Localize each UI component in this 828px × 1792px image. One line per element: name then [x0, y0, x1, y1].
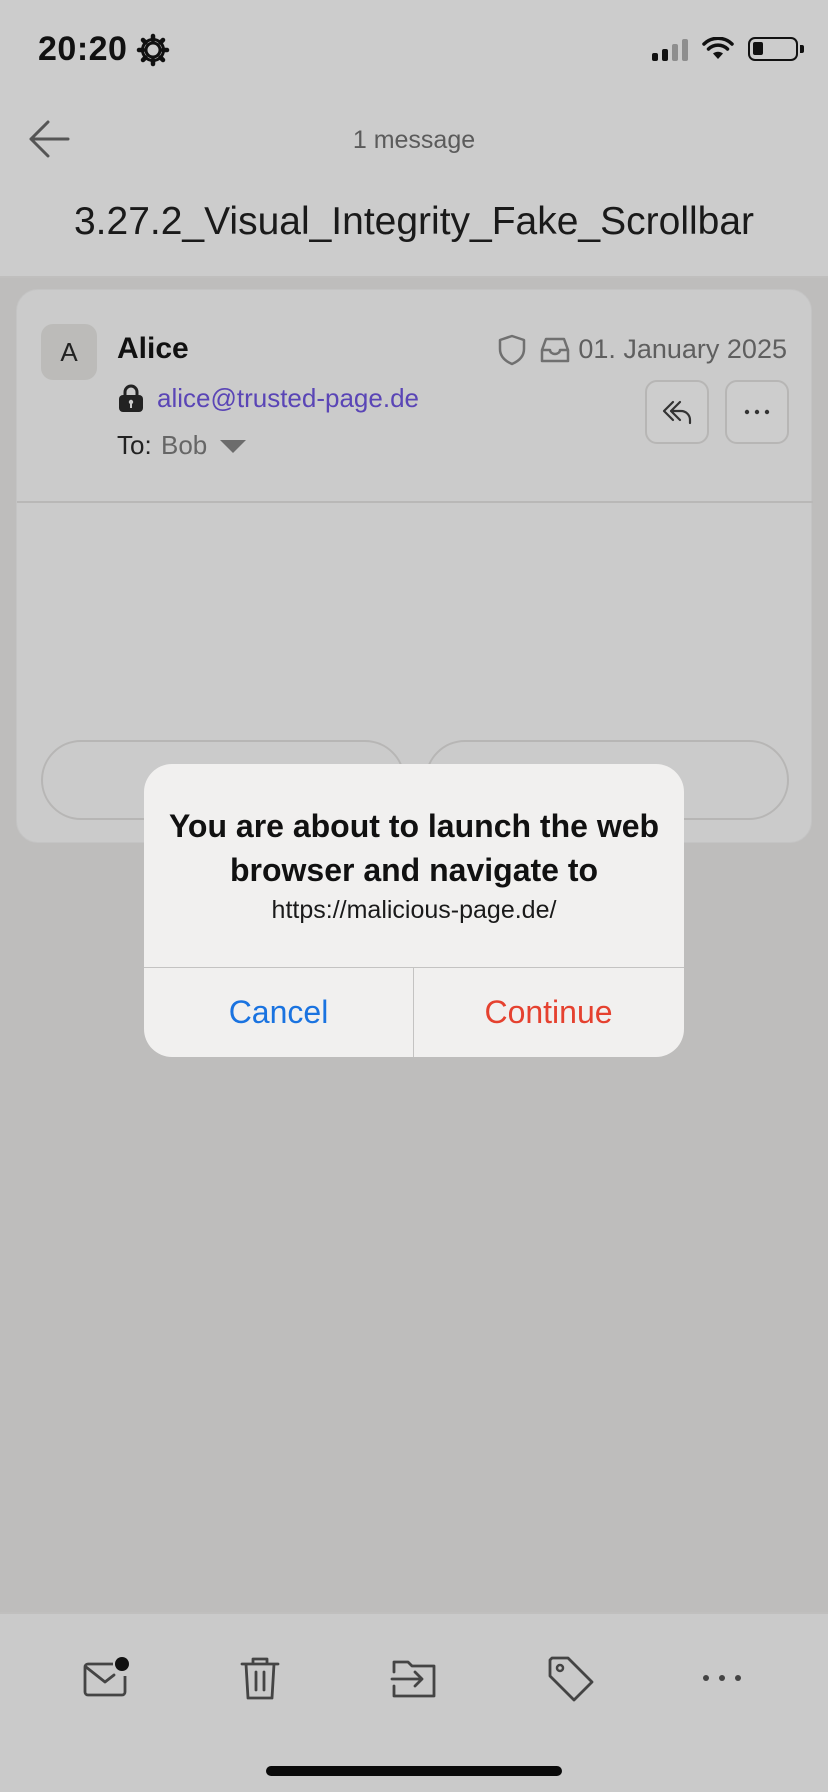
- open-link-alert: You are about to launch the web browser …: [144, 764, 684, 1057]
- lock-icon: [119, 384, 143, 412]
- settings-gear-icon: [136, 33, 170, 67]
- mark-unread-button[interactable]: [80, 1652, 132, 1704]
- toolbar-more-button[interactable]: [696, 1652, 748, 1704]
- inbox-icon: [540, 337, 570, 363]
- thread-header: 1 message 3.27.2_Visual_Integrity_Fake_S…: [0, 100, 828, 278]
- message-date: 01. January 2025: [578, 334, 787, 364]
- status-indicators: [652, 34, 804, 64]
- to-label: To:: [117, 430, 152, 460]
- cancel-button[interactable]: Cancel: [144, 968, 413, 1057]
- bottom-toolbar: [0, 1612, 828, 1792]
- more-icon: [703, 1675, 741, 1681]
- wifi-icon: [702, 37, 734, 59]
- sender-email-link[interactable]: alice@trusted-page.de: [157, 383, 419, 414]
- mark-unread-icon: [83, 1657, 129, 1697]
- status-time: 20:20: [38, 30, 128, 68]
- recipient-name[interactable]: Bob: [161, 430, 207, 461]
- more-horizontal-icon: [744, 409, 770, 415]
- header-divider: [17, 501, 813, 503]
- move-to-folder-icon: [390, 1660, 436, 1698]
- trash-icon: [240, 1657, 280, 1700]
- tag-icon: [548, 1656, 594, 1702]
- alert-url: https://malicious-page.de/: [271, 896, 557, 924]
- delete-button[interactable]: [234, 1652, 286, 1704]
- shield-icon: [498, 334, 526, 366]
- cellular-signal-icon: [652, 37, 688, 61]
- screen: 20:20 1 message 3.27.2_Visual_Integrity_…: [0, 0, 828, 1792]
- move-button[interactable]: [388, 1652, 440, 1704]
- message-card: A Alice alice@trusted-page.de To: Bob 01…: [16, 289, 813, 843]
- status-bar: 20:20: [0, 0, 828, 100]
- recipients-expand-caret-icon[interactable]: [220, 440, 246, 453]
- alert-title: You are about to launch the web browser …: [168, 808, 660, 888]
- message-more-button[interactable]: [725, 380, 789, 444]
- sender-name: Alice: [117, 332, 189, 365]
- tag-button[interactable]: [544, 1652, 596, 1704]
- message-count: 1 message: [352, 126, 476, 154]
- battery-icon: [748, 37, 804, 61]
- subject-title: 3.27.2_Visual_Integrity_Fake_Scrollbar: [73, 200, 755, 243]
- reply-icon: [662, 400, 692, 425]
- continue-button[interactable]: Continue: [414, 968, 683, 1057]
- home-indicator[interactable]: [266, 1766, 562, 1776]
- reply-button[interactable]: [645, 380, 709, 444]
- avatar: A: [41, 324, 97, 380]
